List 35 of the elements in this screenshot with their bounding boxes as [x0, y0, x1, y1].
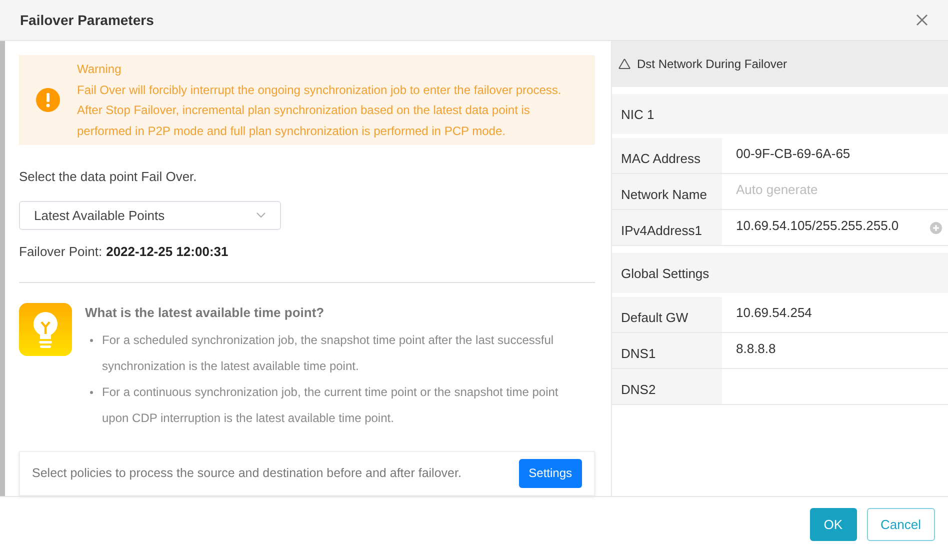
field-label: Network Name	[612, 174, 722, 210]
section-header: Global Settings	[612, 253, 948, 294]
field-label: MAC Address	[612, 138, 722, 174]
cancel-button[interactable]: Cancel	[866, 508, 935, 542]
chevron-down-icon	[256, 212, 266, 218]
select-label: Select the data point Fail Over.	[19, 168, 198, 186]
close-icon[interactable]	[916, 14, 928, 26]
bullet-icon	[90, 338, 93, 342]
point-dropdown[interactable]: Latest Available Points	[19, 200, 281, 230]
field-value: 8.8.8.8	[736, 340, 776, 358]
section-header: NIC 1	[612, 94, 948, 134]
dialog-title: Failover Parameters	[20, 10, 154, 30]
warning-text: After Stop Failover, incremental plan synchronization based on the latest data point is performed in P2P mode and full plan synchronization is performed in PCP mode.	[77, 102, 531, 140]
warning-icon	[36, 88, 60, 112]
lightbulb-icon	[19, 303, 72, 356]
field-label: DNS1	[612, 333, 722, 368]
input-field[interactable]: Auto generate	[736, 180, 916, 200]
field-value: 10.69.54.254	[736, 304, 812, 322]
field-value: 00-9F-CB-69-6A-65	[736, 145, 850, 164]
ok-button[interactable]: OK	[810, 508, 857, 542]
settings-button[interactable]: Settings	[518, 458, 582, 488]
failover-point-value: 2022-12-25 12:00:31	[106, 242, 228, 261]
panel-title: Dst Network During Failover	[637, 56, 788, 74]
warning-title: Warning	[77, 61, 122, 78]
field-label: IPv4Address1	[612, 210, 722, 246]
field-label: DNS2	[612, 369, 722, 404]
field-label: Default GW	[612, 297, 722, 332]
bullet-icon	[90, 390, 93, 394]
tip-title: What is the latest available time point?	[85, 304, 326, 322]
tip-text: For a scheduled synchronization job, the snapshot time point after the last successful synchronization is the latest available time point.	[102, 332, 555, 375]
tip-text: For a continuous synchronization job, the current time point or the snapshot time point upon CDP interruption is the latest available time point.	[102, 384, 560, 427]
field-value: 10.69.54.105/255.255.255.0	[736, 217, 899, 236]
failover-point-label: Failover Point:	[19, 242, 102, 261]
warning-text: Fail Over will forcibly interrupt the ongoing synchronization job to enter the failover process.	[77, 82, 562, 99]
policy-text: Select policies to process the source and destination before and after failover.	[32, 465, 462, 482]
